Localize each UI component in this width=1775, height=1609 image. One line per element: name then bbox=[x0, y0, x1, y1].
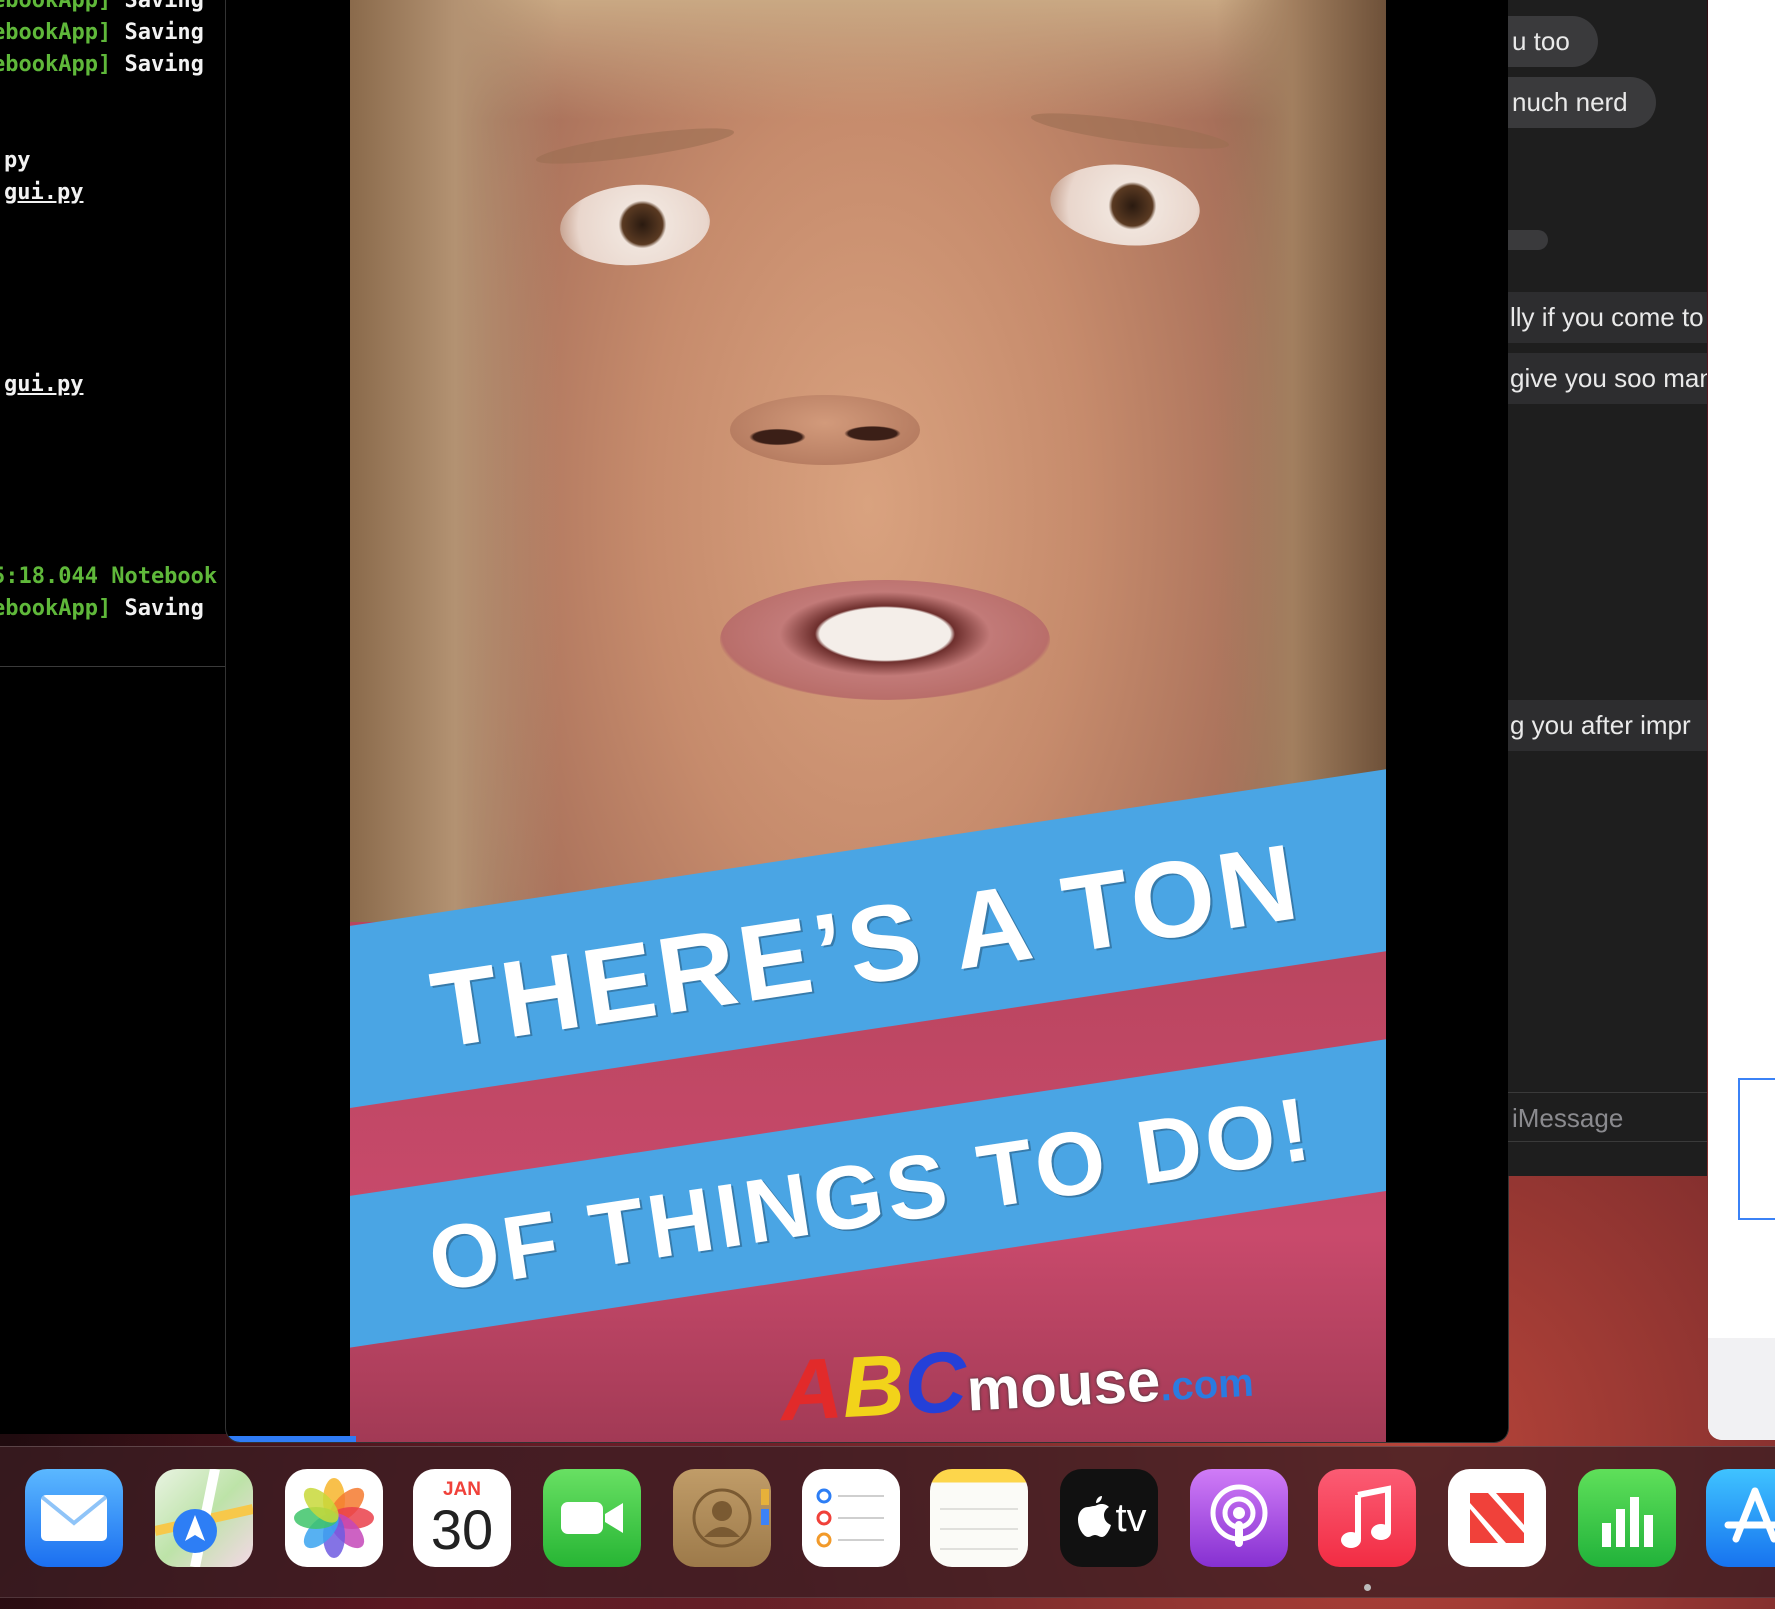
apple-tv-icon[interactable]: tv bbox=[1060, 1469, 1158, 1567]
window-footer bbox=[1708, 1338, 1775, 1440]
mail-icon[interactable] bbox=[25, 1469, 123, 1567]
facetime-icon[interactable] bbox=[543, 1469, 641, 1567]
calendar-day: 30 bbox=[430, 1498, 494, 1561]
message-bubble[interactable]: g you after impr bbox=[1508, 700, 1707, 751]
video-eyebrow-left bbox=[534, 121, 736, 171]
contacts-icon[interactable] bbox=[673, 1469, 771, 1567]
terminal-line: py bbox=[4, 148, 31, 173]
message-bubble[interactable]: lly if you come to bbox=[1508, 292, 1707, 343]
dock: JAN 30 tv bbox=[0, 1446, 1775, 1598]
terminal-line[interactable]: gui.py bbox=[4, 180, 83, 205]
numbers-icon[interactable] bbox=[1578, 1469, 1676, 1567]
video-mouth bbox=[720, 580, 1050, 700]
background-window[interactable] bbox=[1708, 0, 1775, 1440]
imessage-input[interactable]: iMessage bbox=[1508, 1092, 1707, 1142]
terminal-line[interactable]: gui.py bbox=[4, 372, 83, 397]
terminal-line: ebookApp] Saving bbox=[0, 52, 204, 77]
podcasts-icon[interactable] bbox=[1190, 1469, 1288, 1567]
photos-icon[interactable] bbox=[285, 1469, 383, 1567]
video-nose bbox=[730, 395, 920, 465]
maps-icon[interactable] bbox=[155, 1469, 253, 1567]
calendar-icon[interactable]: JAN 30 bbox=[413, 1469, 511, 1567]
messages-window[interactable]: u too nuch nerd lly if you come to give … bbox=[1508, 0, 1707, 1176]
music-running-indicator bbox=[1364, 1584, 1371, 1591]
terminal-line: 5:18.044 Notebook bbox=[0, 564, 218, 589]
video-eye-right bbox=[1046, 157, 1204, 253]
message-bubble[interactable]: nuch nerd bbox=[1508, 77, 1656, 128]
terminal-window[interactable]: ebookApp] Saving ebookApp] Saving ebookA… bbox=[0, 0, 227, 1434]
app-store-icon[interactable] bbox=[1706, 1469, 1775, 1567]
message-bubble[interactable]: give you soo man bbox=[1508, 353, 1707, 404]
video-progress-bar[interactable] bbox=[226, 1436, 356, 1442]
message-bubble[interactable]: u too bbox=[1508, 16, 1598, 67]
message-bubble[interactable] bbox=[1508, 230, 1548, 250]
terminal-divider bbox=[0, 666, 226, 667]
terminal-line: ebookApp] Saving bbox=[0, 0, 204, 13]
tv-label: tv bbox=[1115, 1496, 1147, 1540]
news-icon[interactable] bbox=[1448, 1469, 1546, 1567]
video-player-window[interactable]: THERE’S A TON OF THINGS TO DO! ABCmouse.… bbox=[226, 0, 1508, 1442]
focused-field[interactable] bbox=[1738, 1078, 1775, 1220]
terminal-line: ebookApp] Saving bbox=[0, 20, 204, 45]
video-frame[interactable]: THERE’S A TON OF THINGS TO DO! ABCmouse.… bbox=[350, 0, 1386, 1442]
reminders-icon[interactable] bbox=[802, 1469, 900, 1567]
terminal-line: ebookApp] Saving bbox=[0, 596, 204, 621]
notes-icon[interactable] bbox=[930, 1469, 1028, 1567]
video-eye-left bbox=[557, 179, 713, 271]
music-icon[interactable] bbox=[1318, 1469, 1416, 1567]
